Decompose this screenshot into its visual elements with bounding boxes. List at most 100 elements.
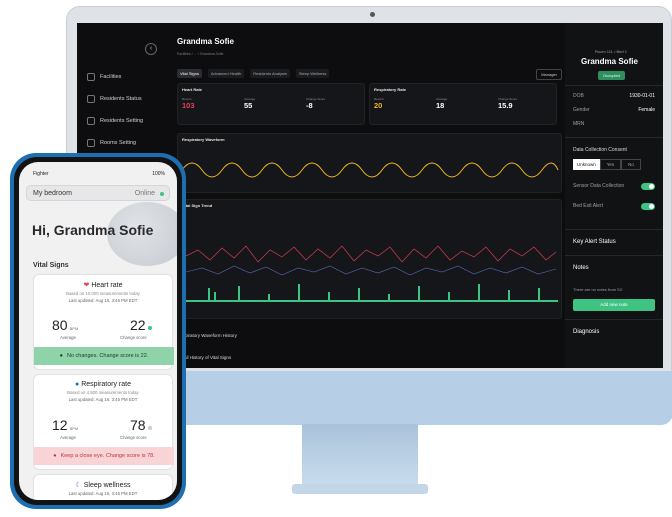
monitor-foot <box>292 484 428 494</box>
room-bed-label: Room 111 • Bed 1 <box>595 49 627 54</box>
sidebar-item-rooms-setting[interactable]: Rooms Setting <box>87 139 136 147</box>
respiratory-waveform-card: Respiratory Waveform <box>177 133 562 193</box>
sensor-data-label: Sensor Data Collection <box>573 183 625 189</box>
dob-value: 1930-01-01 <box>629 93 655 99</box>
gender-label: Gender <box>573 107 590 113</box>
divider <box>565 229 663 230</box>
tab-bar: Vital Signs Advanced Health Residents An… <box>177 69 330 78</box>
key-alert-status[interactable]: Key Alert Status <box>573 239 616 245</box>
resp-updated: Last updated: Aug 16, 3:45 PM EDT <box>68 397 138 402</box>
sidebar-item-residents-status[interactable]: Residents Status <box>87 95 142 103</box>
battery-label: 100% <box>152 171 165 177</box>
bed-exit-toggle[interactable] <box>641 203 655 210</box>
heart-average-label: Average <box>60 335 76 340</box>
heart-based-on: Based on 10,000 measurements today <box>66 291 140 296</box>
breadcrumb: Facilities / … / Grandma Sofie <box>177 52 224 56</box>
heart-icon: ❤ <box>83 282 90 289</box>
sidebar-item-facilities[interactable]: Facilities <box>87 73 121 81</box>
heart-average-value: 55 <box>244 101 253 110</box>
heart-average-value: 80 <box>52 317 68 333</box>
heart-change-value: 22 <box>130 317 146 333</box>
resp-change-label: Change score <box>120 435 147 440</box>
occupancy-badge: Occupied <box>598 71 625 80</box>
resp-change-value: 15.9 <box>498 101 513 110</box>
resp-unit: BPM <box>69 426 79 431</box>
consent-unknown-option[interactable]: Unknown <box>573 159 600 170</box>
notes-empty-text: There are no notes from SX <box>573 287 623 292</box>
bed-exit-label: Bed Exit Alert <box>573 203 604 209</box>
dob-label: DOB <box>573 93 584 99</box>
greeting-title: Hi, Grandma Sofie <box>32 222 154 238</box>
heart-current-value: 103 <box>182 101 195 110</box>
heart-card-title: Heart Rate <box>182 87 203 92</box>
online-status: Online <box>134 190 155 197</box>
heart-rate-card[interactable]: ❤ Heart rate Based on 10,000 measurement… <box>33 274 174 370</box>
alert-icon: ● <box>53 453 57 459</box>
resident-info-panel: Room 111 • Bed 1 Grandma Sofie Occupied … <box>565 23 663 368</box>
consent-yes-option[interactable]: Yes <box>599 159 622 170</box>
resp-average-value: 18 <box>436 101 445 110</box>
manager-button[interactable]: Manager <box>536 69 562 80</box>
consent-no-option[interactable]: No <box>621 159 641 170</box>
tab-sleep-wellness[interactable]: Sleep Wellness <box>295 69 330 78</box>
moon-icon: ☾ <box>75 482 82 489</box>
lungs-icon: ● <box>75 381 80 388</box>
green-status-dot <box>147 326 152 330</box>
phone-device: Fighter 100% My bedroom Online Hi, Grand… <box>10 153 186 509</box>
add-note-button[interactable]: Add new note <box>573 299 655 311</box>
monitor-stand <box>302 424 418 486</box>
camera-dot <box>370 12 375 17</box>
room-icon <box>87 139 95 147</box>
phone-screen: Fighter 100% My bedroom Online Hi, Grand… <box>19 162 177 500</box>
divider <box>565 255 663 256</box>
sidebar-item-residents-setting[interactable]: Residents Setting <box>87 117 143 125</box>
room-label: My bedroom <box>33 190 72 197</box>
divider <box>565 319 663 320</box>
heart-title: Heart rate <box>91 282 123 289</box>
gender-value: Female <box>638 107 655 113</box>
status-icon <box>87 95 95 103</box>
sleep-wellness-card[interactable]: ☾ Sleep wellness Last updated: Aug 16, 3… <box>33 474 173 500</box>
heart-unit: BPM <box>69 326 79 331</box>
resp-status-banner: ● Keep a close eye. Change score is 78. <box>34 447 174 465</box>
sensor-data-toggle[interactable] <box>641 183 655 190</box>
building-icon <box>87 73 95 81</box>
main-content: Grandma Sofie Facilities / … / Grandma S… <box>177 37 623 368</box>
resp-card-title: Respiratory Rate <box>374 87 407 92</box>
collapse-sidebar-button[interactable]: ‹ <box>145 43 157 55</box>
consent-segmented-control: Unknown Yes No <box>573 159 641 170</box>
status-bar: Fighter 100% <box>33 171 165 177</box>
divider <box>565 137 663 138</box>
sleep-title: Sleep wellness <box>83 482 131 489</box>
marketing-composite: ‹ Facilities Residents Status Residents … <box>0 0 672 517</box>
notes-header[interactable]: Notes <box>573 265 589 271</box>
vital-sign-trend-card: Vital Sign Trend <box>177 199 562 319</box>
respiratory-rate-card[interactable]: ● Respiratory rate Based on 4,500 measur… <box>33 374 174 470</box>
resp-current-value: 20 <box>374 101 383 110</box>
resp-change-value: 78 <box>130 417 146 433</box>
settings-icon <box>87 117 95 125</box>
consent-title: Data Collection Consent <box>573 147 627 153</box>
resp-based-on: Based on 4,500 measurements today <box>67 390 139 395</box>
resp-average-label: Average <box>60 435 76 440</box>
sleep-updated: Last updated: Aug 16, 3:45 PM EDT <box>68 491 138 496</box>
mrn-label: MRN <box>573 121 585 127</box>
heart-updated: Last updated: Aug 16, 3:45 PM EDT <box>68 298 138 303</box>
grey-status-dot <box>147 426 152 430</box>
tab-vital-signs[interactable]: Vital Signs <box>177 69 202 78</box>
waveform-plot <box>181 162 559 178</box>
resident-name: Grandma Sofie <box>581 57 638 66</box>
tab-advanced-health[interactable]: Advanced Health <box>207 69 245 78</box>
trend-plot <box>185 245 558 302</box>
heart-rate-card: Heart Rate Recent 103 Average 55 Change … <box>177 83 365 125</box>
resp-title: Respiratory rate <box>81 381 131 388</box>
diagnosis-header[interactable]: Diagnosis <box>573 329 599 335</box>
heart-status-banner: ● No changes. Change score is 22. <box>34 347 174 365</box>
room-selector[interactable]: My bedroom Online <box>26 185 170 201</box>
tab-residents-analysis[interactable]: Residents Analysis <box>250 69 290 78</box>
respiratory-rate-card: Respiratory Rate Recent 20 Average 18 Ch… <box>369 83 557 125</box>
heart-change-label: Change score <box>120 335 147 340</box>
page-title: Grandma Sofie <box>177 37 234 46</box>
online-dot-icon <box>160 192 164 196</box>
info-icon: ● <box>59 353 63 359</box>
